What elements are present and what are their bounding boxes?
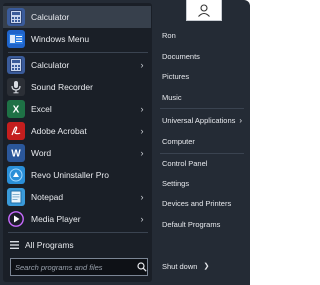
right-link-label: Pictures [162,71,190,81]
excel-icon: X [7,100,25,118]
chevron-right-icon[interactable]: › [137,148,147,158]
calculator-icon [7,56,25,74]
acrobat-icon [7,122,25,140]
chevron-right-icon[interactable]: › [137,192,147,202]
svg-text:X: X [13,105,20,116]
calculator-icon [7,8,25,26]
separator [160,108,244,109]
right-link-computer[interactable]: Computer [162,134,248,148]
recent-item-notepad[interactable]: Notepad › [3,186,151,208]
recent-item-label: Word [31,148,52,158]
microphone-icon [7,78,25,96]
recent-item-revo-uninstaller-pro[interactable]: Revo Uninstaller Pro [3,164,151,186]
right-link-music[interactable]: Music [162,90,248,104]
user-silhouette-icon [198,4,210,17]
pinned-item-calculator[interactable]: Calculator [3,6,151,28]
right-link-devices-and-printers[interactable]: Devices and Printers [162,196,248,210]
separator [8,232,148,233]
separator [160,153,244,154]
chevron-right-icon[interactable]: › [137,214,147,224]
recent-item-label: Excel [31,104,52,114]
recent-item-sound-recorder[interactable]: Sound Recorder [3,76,151,98]
chevron-right-icon[interactable]: › [137,126,147,136]
recent-item-label: Adobe Acrobat [31,126,87,136]
chevron-right-icon: › [239,115,243,125]
pinned-item-label: Windows Menu [31,34,90,44]
recent-item-label: Sound Recorder [31,82,93,92]
pinned-item-windows-menu[interactable]: Windows Menu [3,28,151,50]
right-link-label: Computer [162,136,195,146]
recent-item-label: Notepad [31,192,64,202]
search-icon[interactable] [137,262,147,272]
right-link-label: Default Programs [162,219,221,229]
right-link-label: Documents [162,51,200,61]
right-link-default-programs[interactable]: Default Programs [162,217,248,231]
right-link-universal-applications[interactable]: Universal Applications › [162,113,248,127]
windows-menu-icon [7,30,25,48]
right-link-label: Control Panel [162,158,208,168]
all-programs-icon [9,236,19,254]
recent-item-label: Revo Uninstaller Pro [31,170,109,180]
right-link-documents[interactable]: Documents [162,49,248,63]
recent-item-label: Calculator [31,60,70,70]
recent-item-excel[interactable]: X Excel › [3,98,151,120]
right-link-label: Ron [162,30,176,40]
right-link-pictures[interactable]: Pictures [162,69,248,83]
chevron-right-icon[interactable]: › [137,104,147,114]
chevron-right-icon[interactable]: › [137,60,147,70]
pinned-item-label: Calculator [31,12,70,22]
recent-item-word[interactable]: W Word › [3,142,151,164]
separator [8,52,148,53]
shutdown-button[interactable]: Shut down ❯ [162,259,232,273]
search-box[interactable] [10,258,148,276]
right-link-control-panel[interactable]: Control Panel [162,156,248,170]
right-link-user[interactable]: Ron [162,28,248,42]
search-input[interactable] [11,262,137,272]
media-player-icon [7,210,25,228]
revo-uninstaller-icon [7,166,25,184]
right-link-label: Devices and Printers [162,198,232,208]
shutdown-options-arrow[interactable]: ❯ [203,262,209,270]
all-programs-button[interactable]: All Programs [3,234,151,256]
right-link-settings[interactable]: Settings [162,176,248,190]
recent-item-calculator[interactable]: Calculator › [3,54,151,76]
user-avatar[interactable] [186,0,222,21]
right-link-label: Settings [162,178,190,188]
right-link-label: Music [162,92,182,102]
shutdown-label: Shut down [162,261,198,271]
recent-item-adobe-acrobat[interactable]: Adobe Acrobat › [3,120,151,142]
all-programs-label: All Programs [25,240,74,250]
svg-text:W: W [11,149,21,160]
word-icon: W [7,144,25,162]
right-link-label: Universal Applications [162,115,236,125]
start-menu: Calculator Windows Menu Calculator › Sou… [0,0,250,285]
notepad-icon [7,188,25,206]
recent-item-media-player[interactable]: Media Player › [3,208,151,230]
recent-item-label: Media Player [31,214,81,224]
